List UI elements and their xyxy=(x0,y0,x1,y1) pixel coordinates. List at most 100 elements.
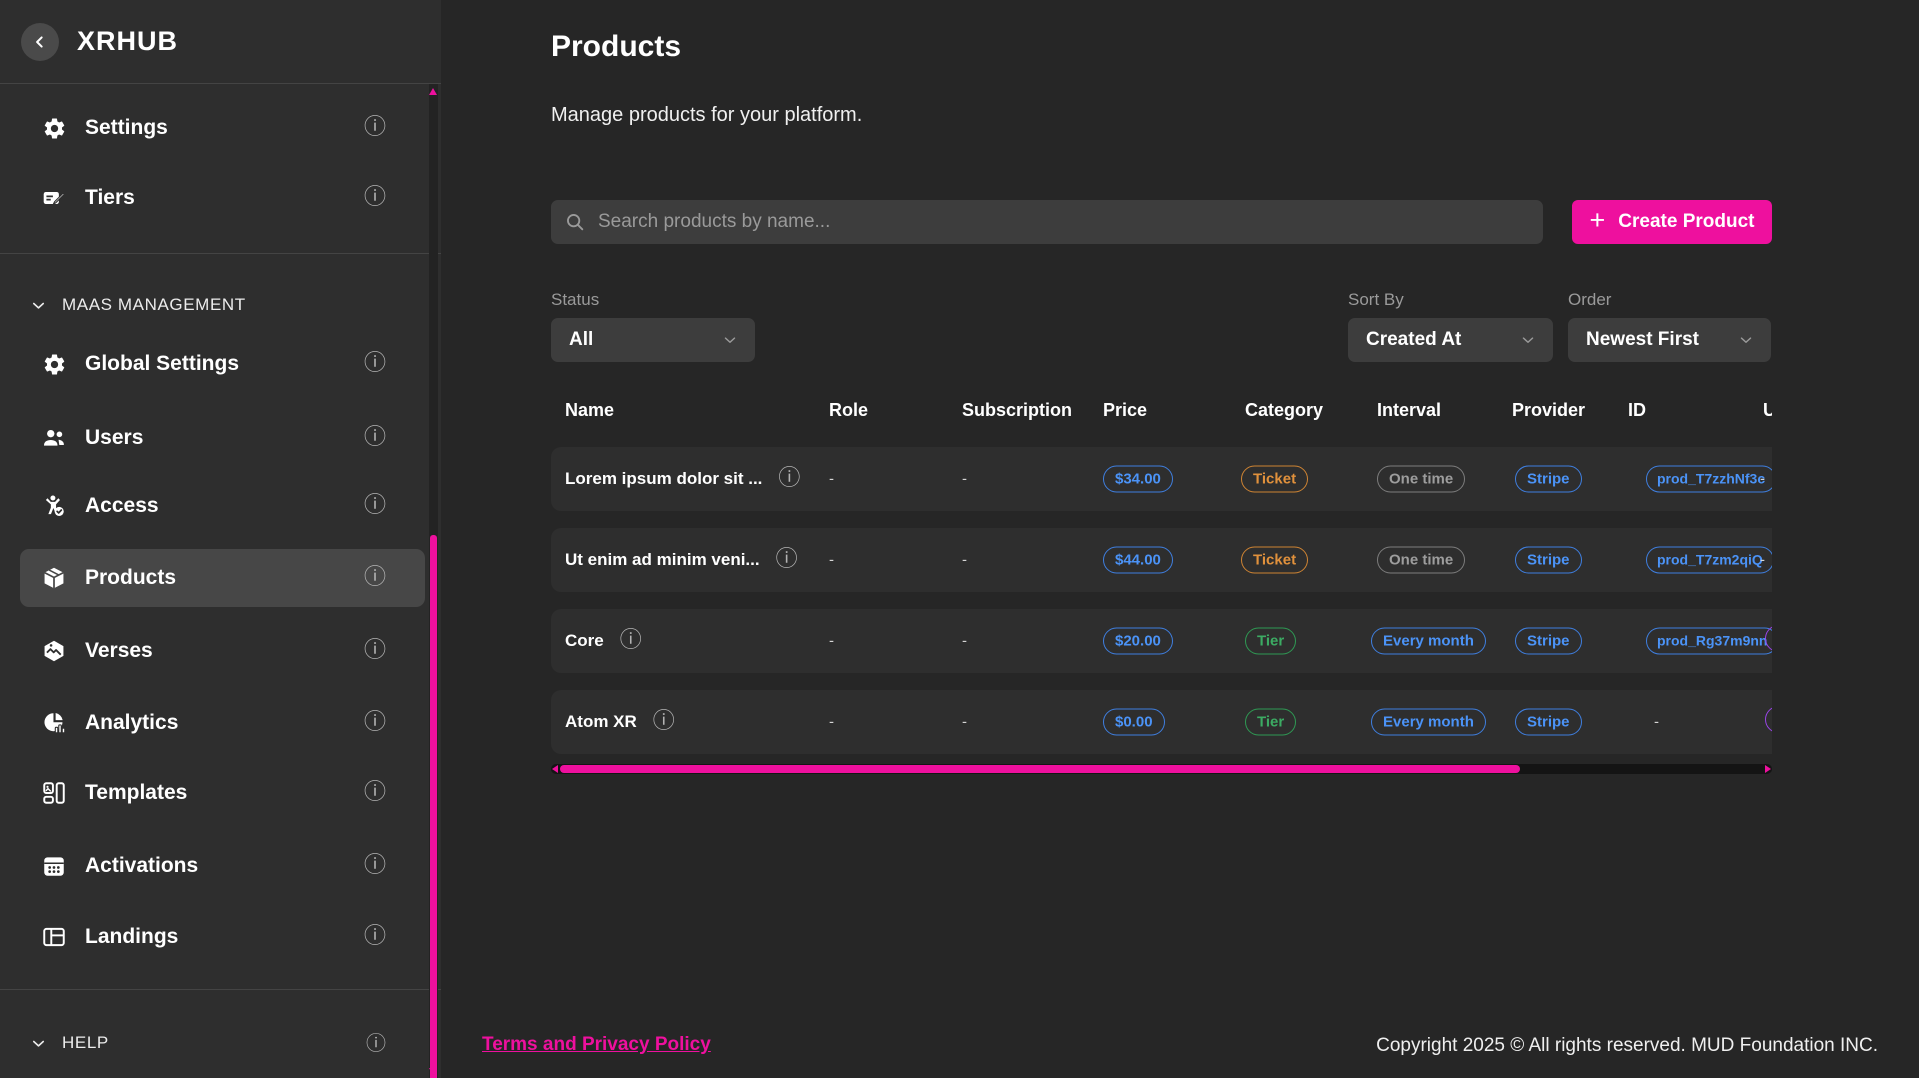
sort-by-label: Sort By xyxy=(1348,290,1404,310)
scrollbar-thumb[interactable] xyxy=(560,765,1520,773)
sidebar-item-tiers[interactable]: Tiers ⓘ xyxy=(20,169,425,227)
sort-by-dropdown[interactable]: Created At xyxy=(1348,318,1553,362)
terms-privacy-link[interactable]: Terms and Privacy Policy xyxy=(482,1034,711,1056)
info-icon[interactable]: ⓘ xyxy=(364,117,386,139)
role-value: - xyxy=(829,471,834,488)
category-badge: Tier xyxy=(1245,628,1296,655)
search-bar xyxy=(551,200,1543,244)
order-dropdown[interactable]: Newest First xyxy=(1568,318,1771,362)
status-dropdown[interactable]: All xyxy=(551,318,755,362)
create-product-label: Create Product xyxy=(1618,211,1754,233)
role-value: - xyxy=(829,714,834,731)
sidebar-divider xyxy=(0,989,441,990)
sidebar-item-label: Access xyxy=(85,494,159,518)
table-header-row: Name Role Subscription Price Category In… xyxy=(551,396,1772,430)
interval-badge: One time xyxy=(1377,466,1465,493)
tiers-icon xyxy=(40,184,68,212)
search-input[interactable] xyxy=(551,200,1543,244)
users-icon xyxy=(40,424,68,452)
chevron-down-icon xyxy=(1519,331,1537,349)
info-icon[interactable]: ⓘ xyxy=(364,427,386,449)
price-badge: $0.00 xyxy=(1103,709,1165,736)
chevron-down-icon xyxy=(1737,331,1755,349)
sidebar-item-templates[interactable]: Templates ⓘ xyxy=(20,764,425,822)
copyright-text: Copyright 2025 © All rights reserved. MU… xyxy=(1376,1035,1878,1057)
info-icon[interactable]: ⓘ xyxy=(366,1032,386,1054)
u-value: - xyxy=(1760,471,1765,488)
table-row: Ut enim ad minim veni... ⓘ - - $44.00 Ti… xyxy=(551,528,1772,592)
sidebar-header: XRHUB xyxy=(0,0,441,84)
verses-icon xyxy=(40,637,68,665)
info-icon[interactable]: ⓘ xyxy=(364,495,386,517)
scroll-up-arrow[interactable] xyxy=(429,88,437,95)
sidebar-item-label: Products xyxy=(85,566,176,590)
sidebar-scrollbar[interactable] xyxy=(429,84,438,1078)
product-name: Lorem ipsum dolor sit ... xyxy=(565,469,762,489)
info-icon[interactable]: ⓘ xyxy=(364,640,386,662)
sidebar-item-access[interactable]: Access ⓘ xyxy=(20,477,425,535)
collapse-sidebar-button[interactable] xyxy=(21,23,59,61)
table-row: Atom XR ⓘ - - $0.00 Tier Every month Str… xyxy=(551,690,1772,754)
category-badge: Ticket xyxy=(1241,466,1308,493)
info-icon[interactable]: ⓘ xyxy=(620,630,642,652)
sidebar-item-label: Templates xyxy=(85,781,187,805)
sidebar-item-activations[interactable]: Activations ⓘ xyxy=(20,837,425,895)
sidebar-item-settings[interactable]: Settings ⓘ xyxy=(20,99,425,157)
sidebar-item-label: Users xyxy=(85,426,143,450)
access-icon xyxy=(40,492,68,520)
interval-badge: Every month xyxy=(1371,628,1486,655)
sidebar-item-products[interactable]: Products ⓘ xyxy=(20,549,425,607)
info-icon[interactable]: ⓘ xyxy=(364,187,386,209)
provider-badge: Stripe xyxy=(1515,547,1582,574)
templates-icon xyxy=(40,779,68,807)
info-icon[interactable]: ⓘ xyxy=(364,353,386,375)
sidebar-section-help[interactable]: HELP ⓘ xyxy=(28,1030,425,1056)
provider-badge: Stripe xyxy=(1515,628,1582,655)
sidebar-item-analytics[interactable]: Analytics ⓘ xyxy=(20,694,425,752)
sidebar-item-users[interactable]: Users ⓘ xyxy=(20,409,425,467)
category-badge: Ticket xyxy=(1241,547,1308,574)
info-icon[interactable]: ⓘ xyxy=(364,926,386,948)
info-icon[interactable]: ⓘ xyxy=(776,549,798,571)
scrollbar-thumb[interactable] xyxy=(430,535,437,1078)
sidebar-section-maas-management[interactable]: MAAS MANAGEMENT xyxy=(28,292,425,318)
product-id-value: - xyxy=(1654,714,1659,731)
column-header-role: Role xyxy=(829,400,868,421)
info-icon[interactable]: ⓘ xyxy=(653,711,675,733)
sidebar-divider xyxy=(0,253,441,254)
column-header-u-clipped: U xyxy=(1763,400,1772,421)
product-id-badge: prod_T7zm2qiQ xyxy=(1646,547,1772,574)
table-row: Lorem ipsum dolor sit ... ⓘ - - $34.00 T… xyxy=(551,447,1772,511)
provider-badge: Stripe xyxy=(1515,709,1582,736)
clipped-badge xyxy=(1765,706,1772,733)
info-icon[interactable]: ⓘ xyxy=(364,782,386,804)
status-filter-label: Status xyxy=(551,290,599,310)
price-badge: $34.00 xyxy=(1103,466,1173,493)
order-dropdown-value: Newest First xyxy=(1586,329,1699,351)
order-label: Order xyxy=(1568,290,1611,310)
create-product-button[interactable]: + Create Product xyxy=(1572,200,1772,244)
sidebar-item-landings[interactable]: Landings ⓘ xyxy=(20,908,425,966)
scroll-right-arrow[interactable] xyxy=(1765,765,1771,773)
sidebar-item-label: Landings xyxy=(85,925,178,949)
category-badge: Tier xyxy=(1245,709,1296,736)
products-table: Name Role Subscription Price Category In… xyxy=(551,396,1772,768)
scroll-down-arrow[interactable] xyxy=(429,1068,437,1075)
info-icon[interactable]: ⓘ xyxy=(364,855,386,877)
sidebar-item-label: Settings xyxy=(85,116,168,140)
scroll-left-arrow[interactable] xyxy=(552,765,558,773)
table-horizontal-scrollbar[interactable] xyxy=(551,764,1772,774)
sidebar-item-label: Analytics xyxy=(85,711,178,735)
sidebar-item-verses[interactable]: Verses ⓘ xyxy=(20,622,425,680)
info-icon[interactable]: ⓘ xyxy=(778,468,800,490)
column-header-name: Name xyxy=(565,400,614,421)
package-icon xyxy=(40,564,68,592)
plus-icon: + xyxy=(1590,207,1606,234)
sidebar-item-global-settings[interactable]: Global Settings ⓘ xyxy=(20,335,425,393)
role-value: - xyxy=(829,552,834,569)
interval-badge: Every month xyxy=(1371,709,1486,736)
info-icon[interactable]: ⓘ xyxy=(364,712,386,734)
chevron-left-icon xyxy=(30,32,50,52)
product-id-badge: prod_Rg37m9nn xyxy=(1646,628,1772,655)
info-icon[interactable]: ⓘ xyxy=(364,567,386,589)
